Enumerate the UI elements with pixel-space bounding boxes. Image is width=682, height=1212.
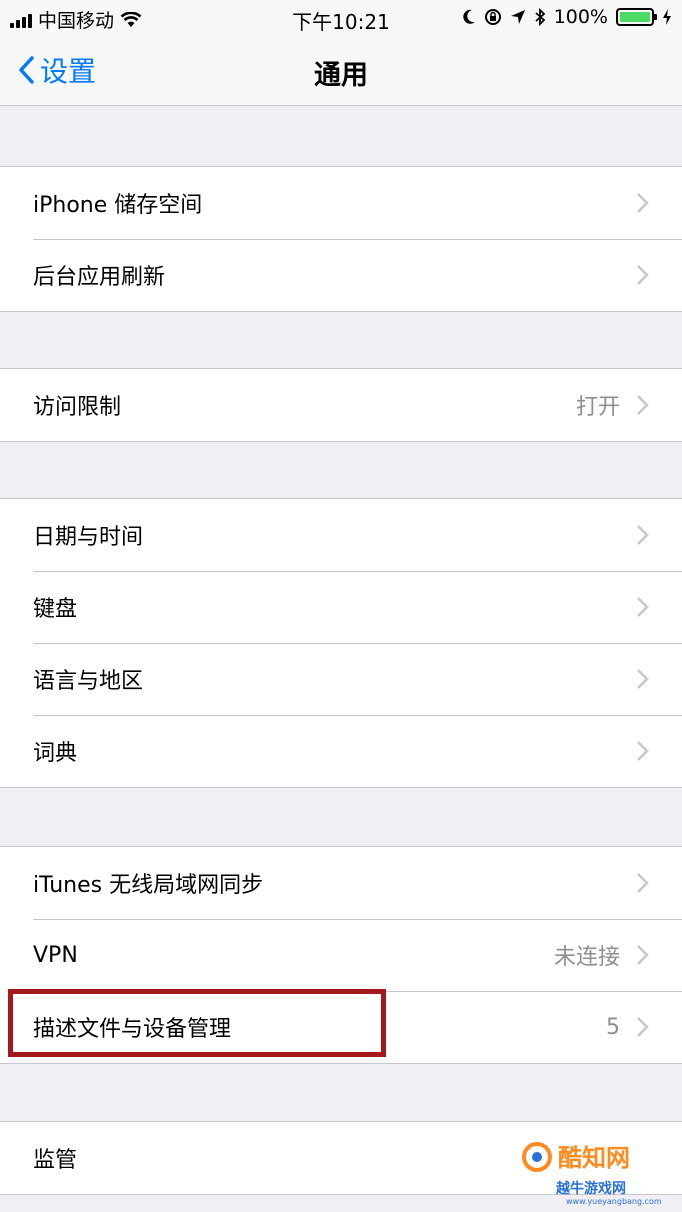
cell-label: iTunes 无线局域网同步 bbox=[33, 873, 264, 898]
chevron-right-icon bbox=[637, 597, 649, 617]
cell-restrictions[interactable]: 访问限制 打开 bbox=[0, 369, 682, 441]
cell-iphone-storage[interactable]: iPhone 储存空间 bbox=[0, 167, 682, 239]
status-bar: 中国移动 下午10:21 100% bbox=[0, 0, 682, 36]
cell-label: VPN bbox=[33, 942, 78, 968]
chevron-right-icon bbox=[637, 265, 649, 285]
cell-value: 未连接 bbox=[553, 945, 620, 970]
cell-label: 监管 bbox=[33, 1148, 78, 1173]
page-title: 通用 bbox=[314, 60, 368, 91]
cell-label: 语言与地区 bbox=[33, 669, 144, 694]
cell-label: 访问限制 bbox=[33, 395, 122, 420]
cell-label: 词典 bbox=[33, 741, 78, 766]
bluetooth-icon bbox=[535, 8, 545, 26]
chevron-right-icon bbox=[637, 741, 649, 761]
cell-vpn[interactable]: VPN 未连接 bbox=[0, 919, 682, 991]
settings-group-locale: 日期与时间 键盘 语言与地区 词典 bbox=[0, 498, 682, 788]
chevron-right-icon bbox=[637, 395, 649, 415]
chevron-right-icon bbox=[637, 1017, 649, 1037]
watermark: 酷知网 越牛游戏网 www.yueyangbang.com bbox=[518, 1136, 678, 1208]
chevron-right-icon bbox=[637, 669, 649, 689]
cell-date-time[interactable]: 日期与时间 bbox=[0, 499, 682, 571]
cell-label: 后台应用刷新 bbox=[33, 265, 166, 290]
chevron-right-icon bbox=[637, 525, 649, 545]
cell-background-app-refresh[interactable]: 后台应用刷新 bbox=[0, 239, 682, 311]
watermark-logo-icon bbox=[522, 1142, 552, 1172]
status-right: 100% bbox=[462, 6, 672, 28]
chevron-right-icon bbox=[637, 945, 649, 965]
watermark-url: www.yueyangbang.com bbox=[566, 1197, 662, 1206]
watermark-text: 酷知网 bbox=[558, 1144, 630, 1172]
chevron-right-icon bbox=[637, 193, 649, 213]
moon-icon bbox=[462, 9, 475, 24]
battery-icon bbox=[616, 8, 657, 26]
chevron-right-icon bbox=[637, 873, 649, 893]
charging-icon bbox=[663, 9, 671, 25]
watermark-subtext: 越牛游戏网 bbox=[556, 1181, 626, 1197]
settings-group-storage: iPhone 储存空间 后台应用刷新 bbox=[0, 166, 682, 312]
cell-label: iPhone 储存空间 bbox=[33, 193, 203, 218]
navigation-bar: 设置 通用 bbox=[0, 36, 682, 106]
orientation-lock-icon bbox=[484, 9, 501, 25]
settings-group-restrictions: 访问限制 打开 bbox=[0, 368, 682, 442]
battery-percent: 100% bbox=[553, 6, 608, 28]
cell-value: 5 bbox=[606, 1014, 620, 1040]
cell-label: 日期与时间 bbox=[33, 525, 144, 550]
cell-keyboard[interactable]: 键盘 bbox=[0, 571, 682, 643]
cell-language-region[interactable]: 语言与地区 bbox=[0, 643, 682, 715]
cell-dictionary[interactable]: 词典 bbox=[0, 715, 682, 787]
cell-itunes-wifi-sync[interactable]: iTunes 无线局域网同步 bbox=[0, 847, 682, 919]
cell-value: 打开 bbox=[575, 395, 620, 420]
highlight-annotation-box bbox=[8, 989, 386, 1057]
location-icon bbox=[510, 10, 525, 24]
cell-label: 键盘 bbox=[33, 597, 78, 622]
